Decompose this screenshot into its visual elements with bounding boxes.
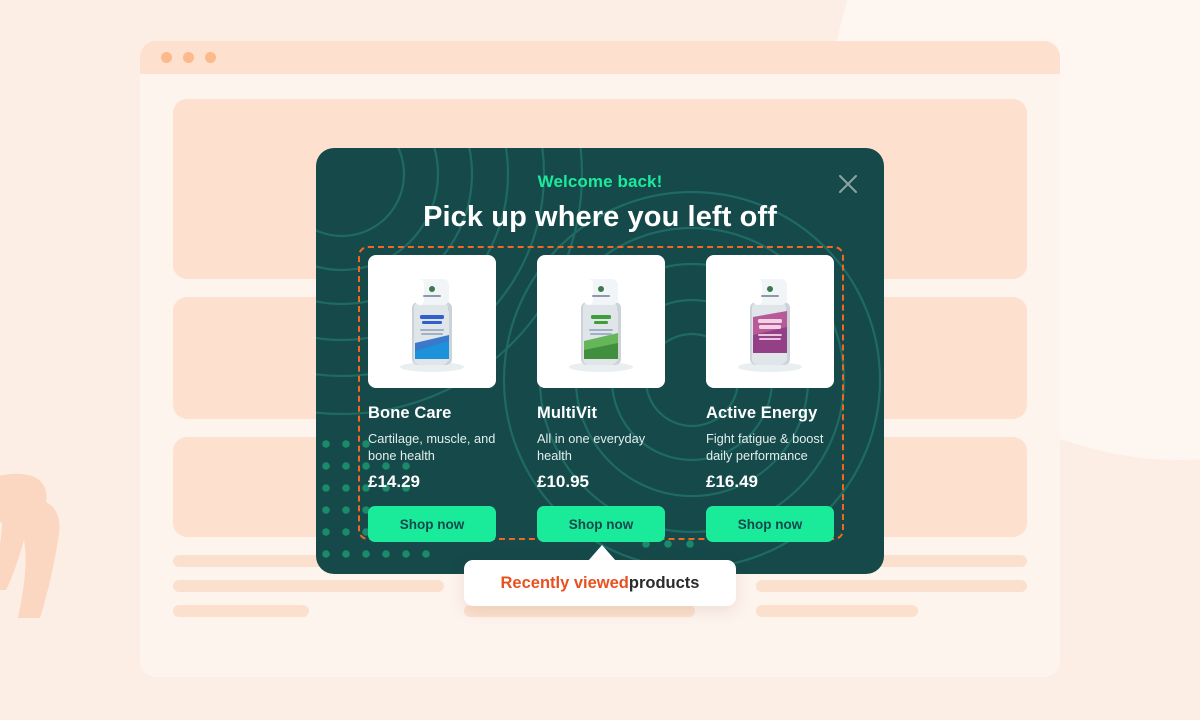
tooltip-rest-text: products [628,573,700,592]
product-card[interactable]: MultiVit All in one everyday health £10.… [537,255,665,543]
traffic-light-close-icon[interactable] [161,52,172,63]
product-name: Bone Care [368,404,452,422]
close-icon [838,174,858,194]
product-name: Active Energy [706,404,818,422]
product-image [706,255,834,388]
page-title: Pick up where you left off [423,201,777,233]
product-description: All in one everyday health [537,431,646,464]
decorative-brush-shape [0,473,60,618]
shop-now-button[interactable]: Shop now [368,506,496,543]
product-price: £14.29 [368,472,420,492]
shop-now-button[interactable]: Shop now [537,506,665,543]
close-button[interactable] [832,168,864,200]
multivit-bottle-image [569,279,633,372]
product-price: £16.49 [706,472,758,492]
product-image [537,255,665,388]
product-name: MultiVit [537,404,598,422]
product-description: Fight fatigue & boost daily performance [706,431,824,464]
placeholder-line [755,605,919,617]
tooltip-label: Recently viewed products [464,560,736,606]
bone-care-bottle-image [400,279,464,372]
shop-now-button[interactable]: Shop now [706,506,834,543]
product-description: Cartilage, muscle, and bone health [368,431,496,464]
product-card[interactable]: Bone Care Cartilage, muscle, and bone he… [368,255,496,543]
active-energy-bottle-image [738,279,802,372]
recently-viewed-products-list: Bone Care Cartilage, muscle, and bone he… [368,255,834,543]
traffic-light-minimize-icon[interactable] [183,52,194,63]
traffic-light-maximize-icon[interactable] [205,52,216,63]
modal-eyebrow: Welcome back! [537,172,663,191]
product-image [368,255,496,388]
placeholder-line [173,605,309,617]
tooltip-accent-text: Recently viewed [500,573,629,592]
placeholder-line [464,605,695,617]
product-price: £10.95 [537,472,589,492]
browser-titlebar [140,41,1060,74]
product-card[interactable]: Active Energy Fight fatigue & boost dail… [706,255,834,543]
placeholder-line [755,580,1027,592]
placeholder-line [173,580,445,592]
tooltip-arrow [588,545,616,561]
